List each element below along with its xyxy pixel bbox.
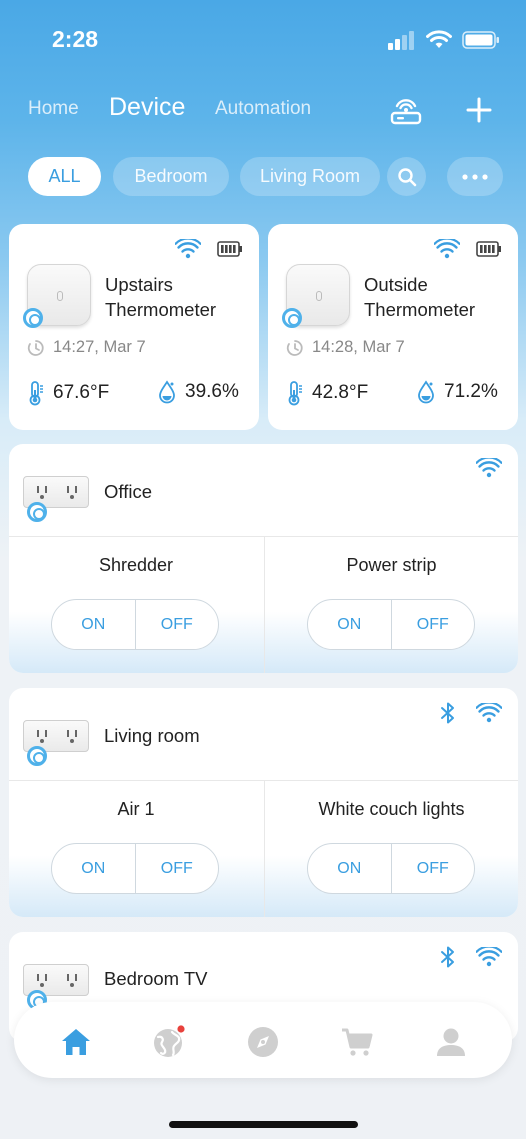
filter-bedroom[interactable]: Bedroom — [113, 157, 229, 196]
wifi-signal-icon — [175, 239, 201, 259]
last-update-time: 14:27, Mar 7 — [53, 338, 146, 356]
temperature-reading: 67.6°F — [27, 380, 109, 406]
switch-label: Air 1 — [117, 799, 155, 819]
switch-label: Power strip — [346, 555, 437, 575]
temperature-value: 67.6°F — [53, 382, 110, 403]
switch-shredder: Shredder ON OFF — [9, 537, 263, 673]
bottom-tab-shop[interactable] — [339, 1024, 375, 1060]
switch-label: Shredder — [98, 555, 174, 575]
search-icon — [397, 167, 416, 186]
connection-badge-icon — [282, 308, 302, 328]
humidity-value: 71.2% — [444, 381, 498, 402]
tab-automation[interactable]: Automation — [215, 98, 311, 120]
switch-air-1: Air 1 ON OFF — [9, 781, 263, 917]
clock-icon — [286, 339, 303, 356]
bottom-tab-explore[interactable] — [151, 1024, 187, 1060]
switch-white-couch-lights: White couch lights ON OFF — [264, 781, 518, 917]
connection-icons — [440, 702, 502, 724]
connection-badge-icon — [27, 502, 47, 522]
group-title: Living room — [104, 725, 200, 746]
battery-level-icon — [476, 241, 501, 257]
on-button[interactable]: ON — [52, 600, 136, 649]
temperature-value: 42.8°F — [312, 382, 369, 403]
on-off-toggle: ON OFF — [307, 843, 475, 894]
switch-panel: Air 1 ON OFF White couch lights ON OFF — [9, 781, 518, 917]
thermometer-icon — [288, 381, 302, 406]
globe-icon — [154, 1025, 185, 1057]
humidity-drop-icon — [159, 380, 175, 404]
humidity-drop-icon — [418, 380, 434, 404]
profile-icon — [437, 1028, 465, 1056]
room-filters: ALL Bedroom Living Room — [0, 157, 526, 197]
wifi-signal-icon — [434, 239, 460, 259]
home-icon — [62, 1029, 90, 1055]
switch-power-strip: Power strip ON OFF — [264, 537, 518, 673]
battery-icon — [462, 31, 499, 49]
status-icons — [388, 30, 500, 50]
off-button[interactable]: OFF — [136, 844, 219, 893]
humidity-reading: 71.2% — [416, 380, 498, 404]
on-button[interactable]: ON — [52, 844, 136, 893]
home-indicator — [169, 1121, 358, 1128]
cart-icon — [342, 1028, 373, 1056]
bottom-tab-bar — [14, 1002, 512, 1078]
last-update-time: 14:28, Mar 7 — [312, 338, 405, 356]
off-button[interactable]: OFF — [136, 600, 219, 649]
add-icon[interactable] — [465, 96, 493, 124]
bluetooth-icon — [441, 702, 454, 724]
bottom-tab-profile[interactable] — [433, 1024, 469, 1060]
more-dots-icon — [462, 173, 488, 180]
status-bar: 2:28 — [0, 0, 526, 82]
group-title: Office — [104, 481, 152, 502]
wifi-signal-icon — [476, 458, 502, 478]
humidity-value: 39.6% — [185, 381, 239, 402]
filter-living-room[interactable]: Living Room — [240, 157, 380, 196]
device-group-office[interactable]: Office Shredder ON OFF Power strip ON OF… — [9, 444, 518, 673]
clock-icon — [27, 339, 44, 356]
thermometer-icon — [29, 381, 43, 406]
humidity-reading: 39.6% — [157, 380, 239, 404]
top-nav: Home Device Automation — [0, 90, 526, 130]
connection-badge-icon — [27, 746, 47, 766]
on-off-toggle: ON OFF — [51, 599, 219, 650]
on-off-toggle: ON OFF — [307, 599, 475, 650]
on-button[interactable]: ON — [308, 600, 392, 649]
thermometer-card-outside[interactable]: Outside Thermometer 14:28, Mar 7 42.8°F … — [268, 224, 518, 430]
thermometer-card-upstairs[interactable]: Upstairs Thermometer 14:27, Mar 7 67.6°F… — [9, 224, 259, 430]
device-name: Outside Thermometer — [364, 274, 476, 320]
wifi-signal-icon — [476, 703, 502, 723]
connection-icons — [440, 946, 502, 968]
wifi-icon — [426, 30, 452, 48]
bottom-tab-discover[interactable] — [245, 1024, 281, 1060]
tab-home[interactable]: Home — [28, 98, 79, 120]
off-button[interactable]: OFF — [392, 844, 475, 893]
device-name: Upstairs Thermometer — [105, 274, 217, 320]
connection-icons — [476, 458, 502, 478]
tab-device[interactable]: Device — [109, 93, 185, 122]
bottom-tab-home[interactable] — [58, 1024, 94, 1060]
temperature-reading: 42.8°F — [286, 380, 368, 406]
bluetooth-icon — [441, 946, 454, 968]
connection-badge-icon — [23, 308, 43, 328]
hub-gateway-icon[interactable] — [389, 92, 423, 126]
cellular-signal-icon — [388, 31, 414, 50]
last-update: 14:27, Mar 7 — [27, 338, 146, 357]
search-button[interactable] — [387, 157, 426, 196]
more-button[interactable] — [447, 157, 503, 196]
switch-label: White couch lights — [318, 799, 465, 819]
device-group-living-room[interactable]: Living room Air 1 ON OFF White couch lig… — [9, 688, 518, 917]
off-button[interactable]: OFF — [392, 600, 475, 649]
last-update: 14:28, Mar 7 — [286, 338, 405, 357]
status-time: 2:28 — [52, 26, 99, 52]
compass-icon — [248, 1027, 278, 1057]
group-title: Bedroom TV — [104, 968, 208, 989]
battery-level-icon — [217, 241, 242, 257]
on-button[interactable]: ON — [308, 844, 392, 893]
switch-panel: Shredder ON OFF Power strip ON OFF — [9, 537, 518, 673]
wifi-signal-icon — [476, 947, 502, 967]
filter-all[interactable]: ALL — [28, 157, 101, 196]
on-off-toggle: ON OFF — [51, 843, 219, 894]
